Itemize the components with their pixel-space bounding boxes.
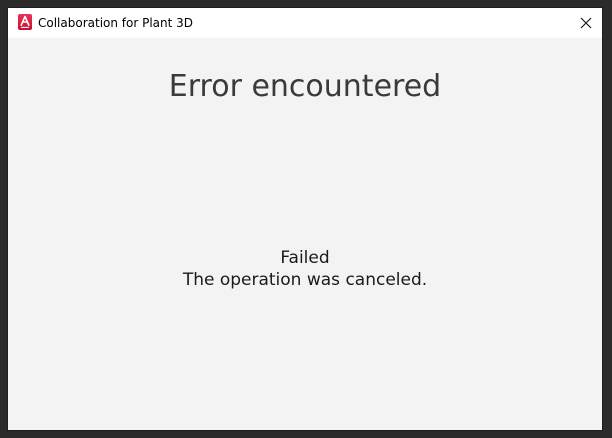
status-text: Failed — [280, 248, 330, 268]
error-heading: Error encountered — [168, 69, 442, 104]
autocad-app-icon — [18, 14, 32, 30]
title-bar[interactable]: Collaboration for Plant 3D — [8, 8, 602, 38]
close-button[interactable] — [570, 8, 602, 38]
dialog-window: Collaboration for Plant 3D Error encount… — [8, 8, 602, 430]
window-title: Collaboration for Plant 3D — [38, 16, 194, 30]
error-message: Failed The operation was canceled. — [8, 247, 602, 291]
detail-text: The operation was canceled. — [182, 270, 428, 290]
